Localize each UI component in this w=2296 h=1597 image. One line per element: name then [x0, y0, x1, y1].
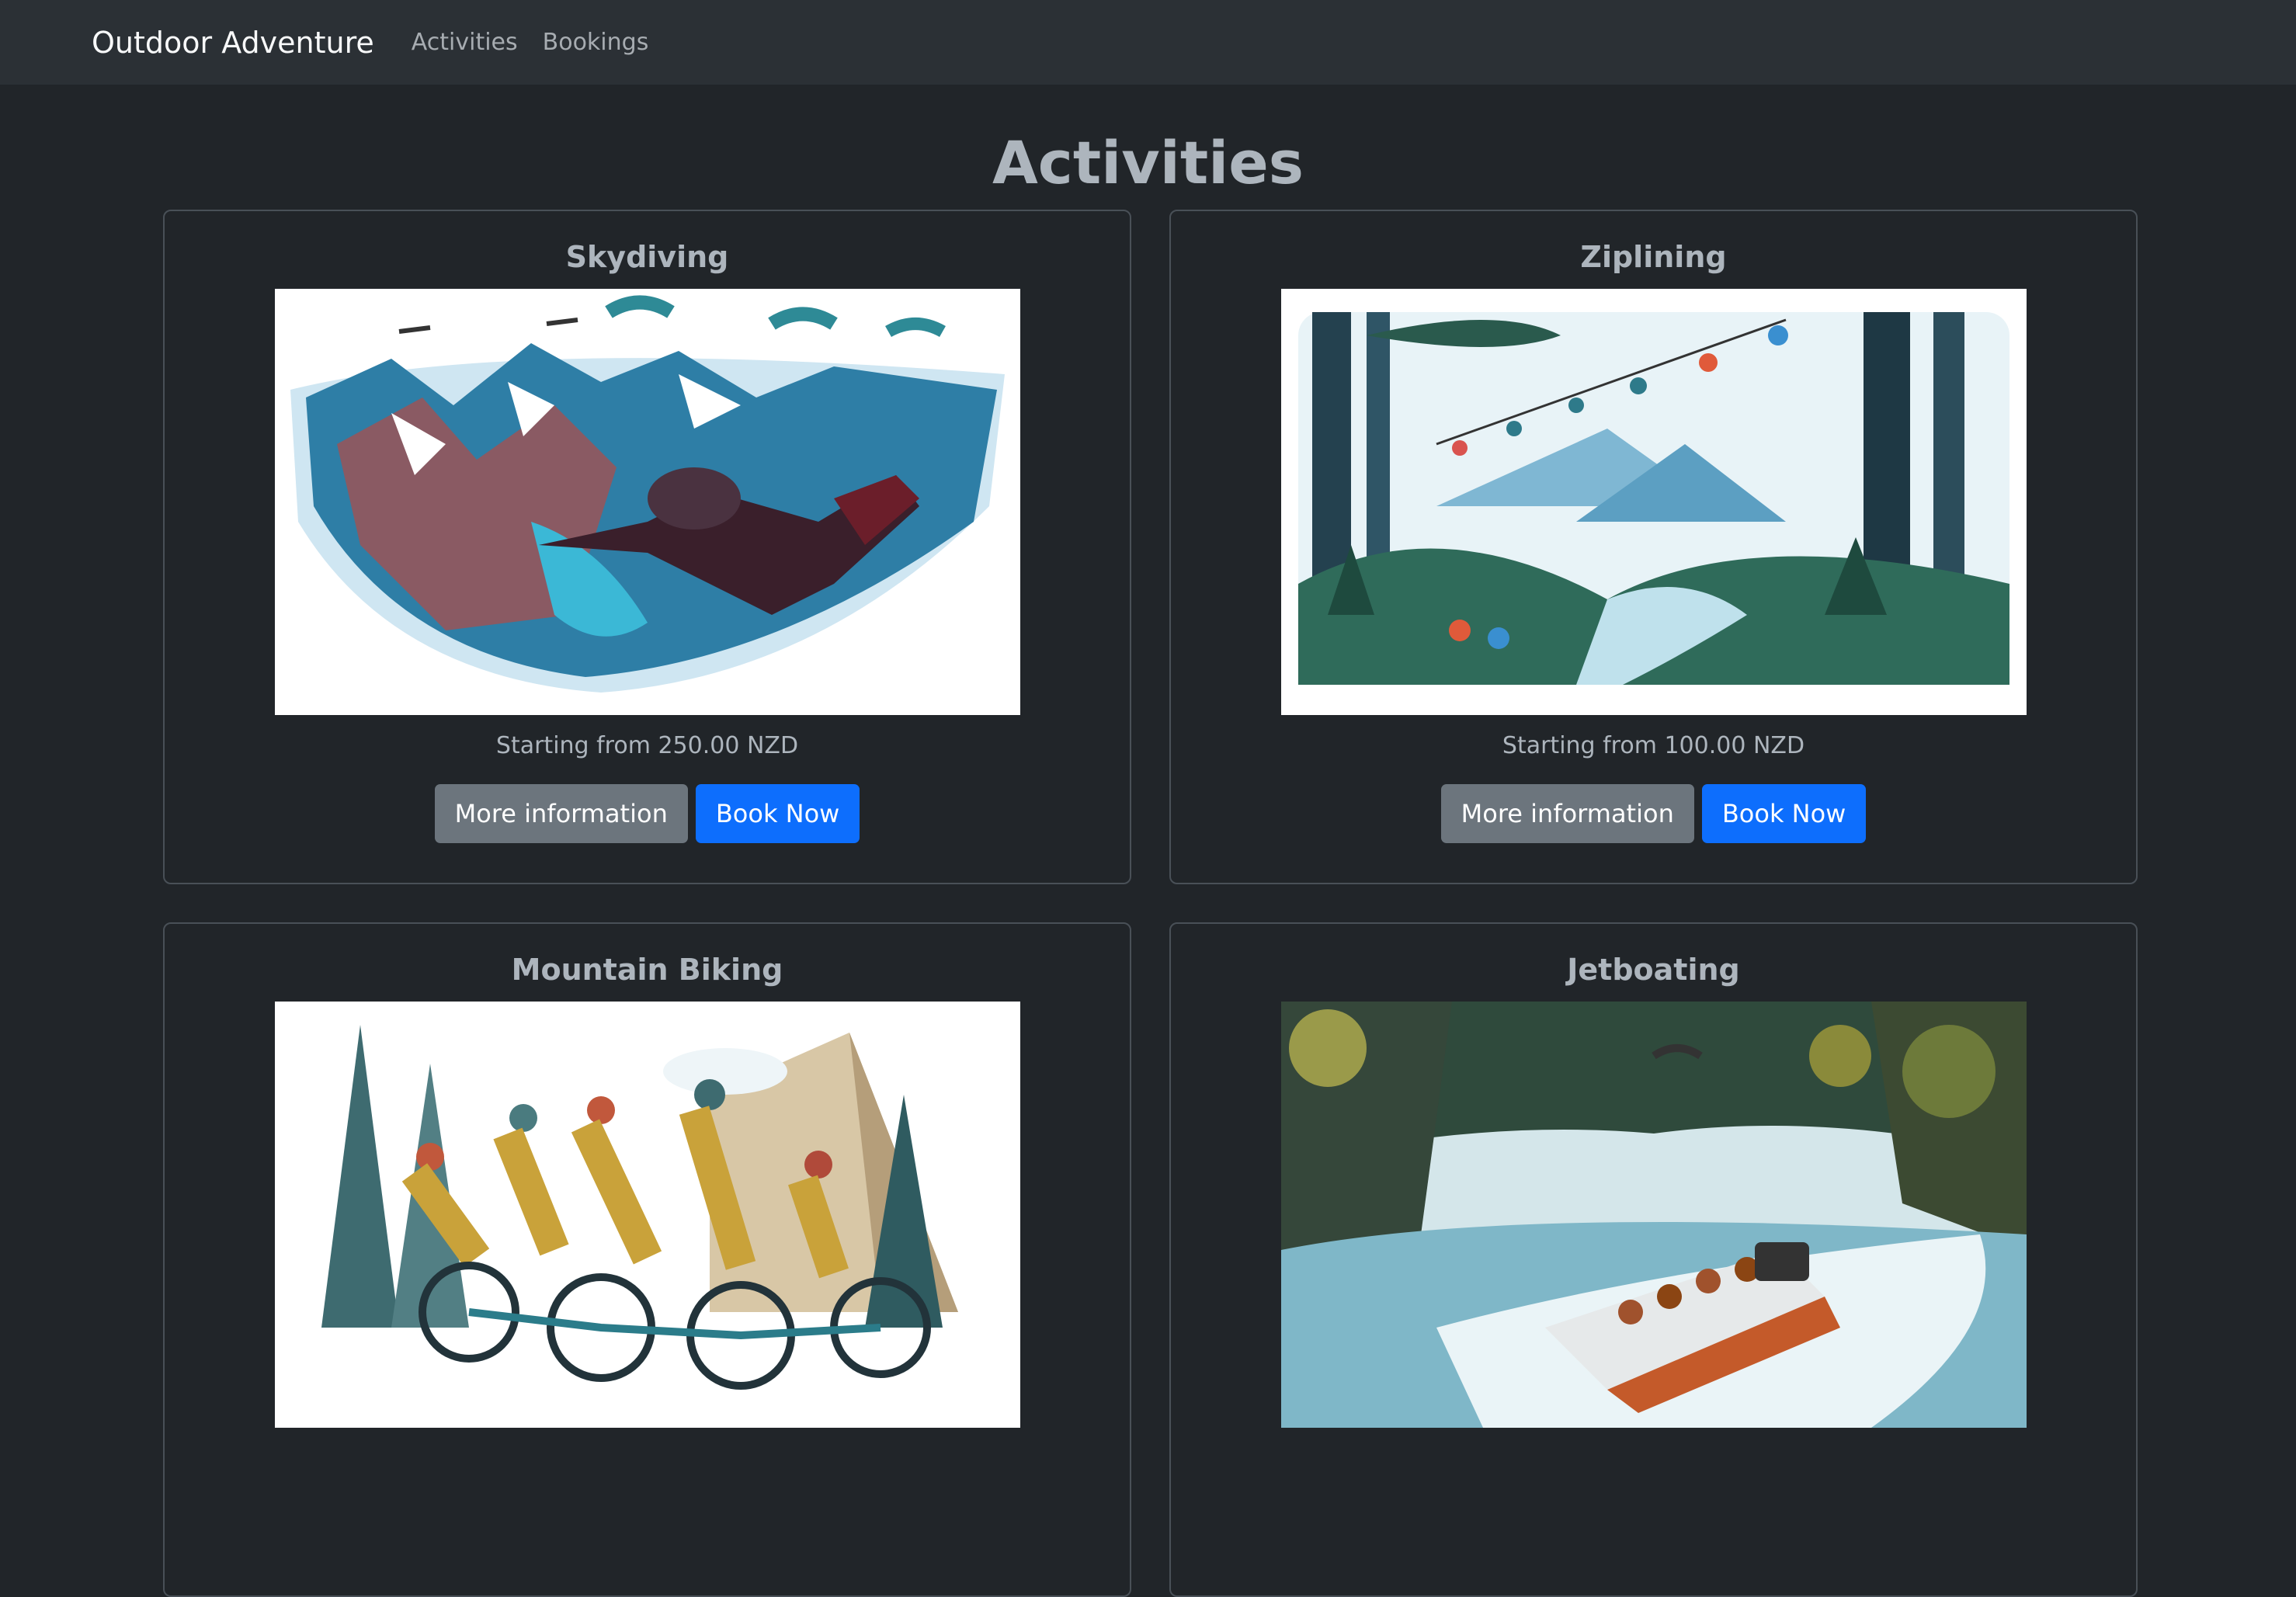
card-title: Mountain Biking — [511, 953, 783, 987]
skydiving-illustration-icon — [290, 295, 1005, 693]
nav-link-activities[interactable]: Activities — [412, 29, 518, 56]
card-actions: More information Book Now — [1440, 784, 1867, 843]
mountain-biking-illustration-icon — [274, 1002, 1020, 1428]
page-title: Activities — [992, 128, 1304, 197]
card-title: Jetboating — [1567, 953, 1740, 987]
navbar: Outdoor Adventure Activities Bookings — [0, 0, 2296, 85]
card-price: Starting from 100.00 NZD — [1502, 732, 1805, 759]
ziplining-image — [1280, 289, 2027, 715]
activity-card-ziplining: Ziplining Starting from 100.00 NZD More … — [1169, 210, 2138, 884]
mountain-biking-image — [274, 1002, 1020, 1428]
jetboating-illustration-icon — [1280, 1002, 2027, 1428]
more-information-button[interactable]: More information — [1440, 784, 1694, 843]
navbar-brand[interactable]: Outdoor Adventure — [92, 26, 374, 60]
activity-card-skydiving: Skydiving Starting from 250.00 NZD More … — [163, 210, 1131, 884]
ziplining-illustration-icon — [1297, 312, 2009, 685]
more-information-button[interactable]: More information — [434, 784, 688, 843]
card-title: Skydiving — [565, 240, 729, 274]
jetboating-image — [1280, 1002, 2027, 1428]
nav-link-bookings[interactable]: Bookings — [543, 29, 649, 56]
skydiving-image — [274, 289, 1020, 715]
card-price: Starting from 250.00 NZD — [495, 732, 799, 759]
card-actions: More information Book Now — [434, 784, 860, 843]
activities-grid: Skydiving Starting from 250.00 NZD More … — [163, 210, 2138, 1597]
book-now-button[interactable]: Book Now — [695, 784, 860, 843]
activity-card-jetboating: Jetboating — [1169, 922, 2138, 1597]
activity-card-mountain-biking: Mountain Biking — [163, 922, 1131, 1597]
card-title: Ziplining — [1580, 240, 1727, 274]
book-now-button[interactable]: Book Now — [1701, 784, 1867, 843]
